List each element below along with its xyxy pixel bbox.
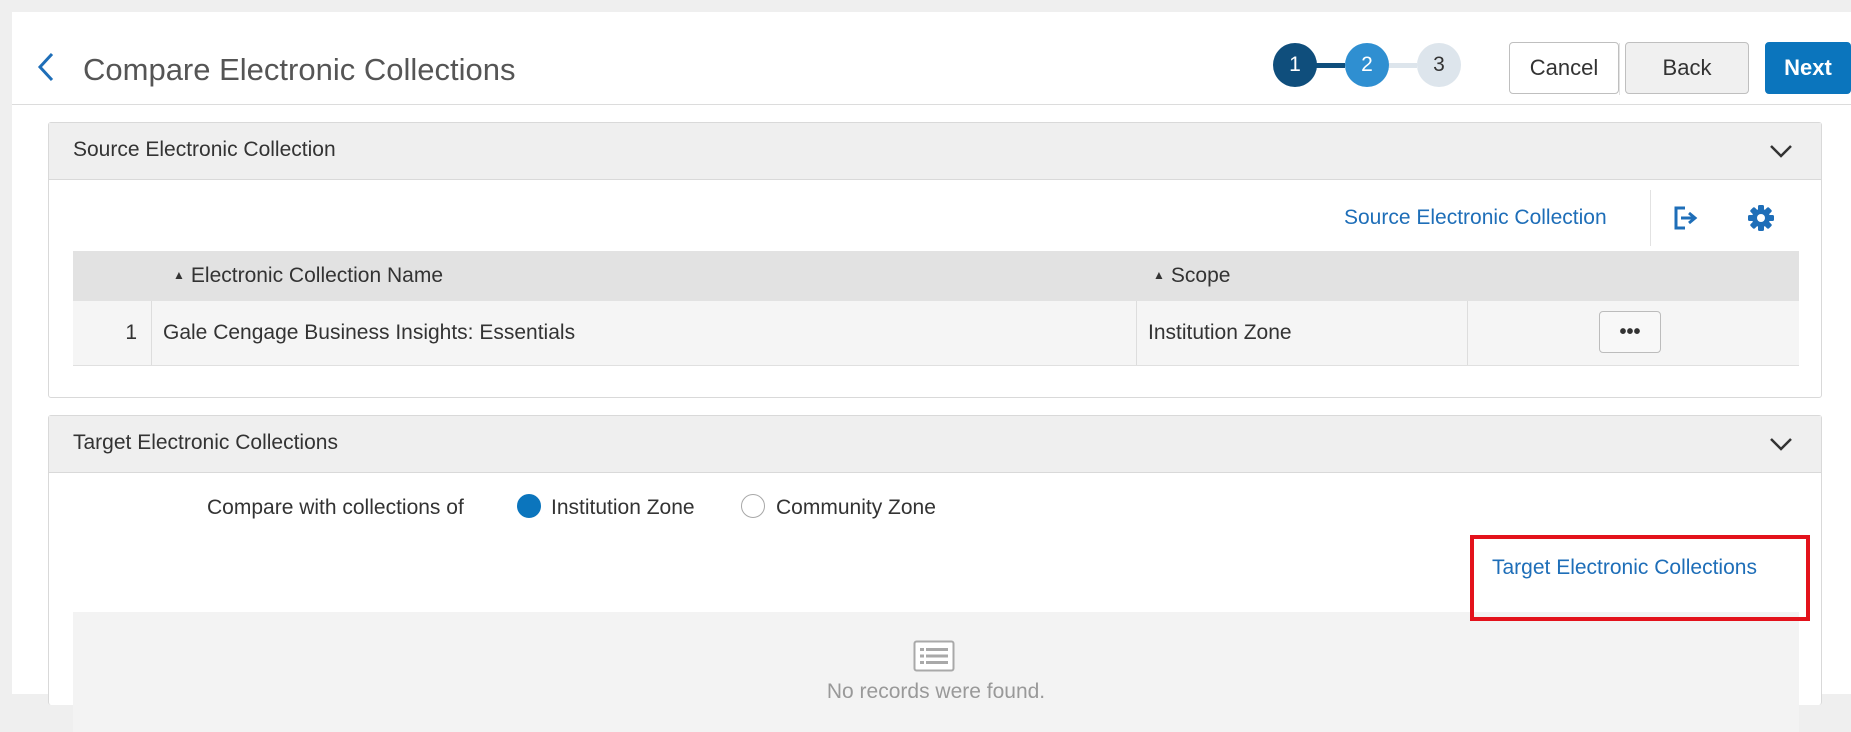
radio-label-community-zone[interactable]: Community Zone — [776, 496, 936, 520]
chevron-down-icon[interactable] — [1767, 141, 1795, 161]
sort-asc-icon: ▲ — [173, 268, 185, 282]
back-button[interactable]: Back — [1619, 42, 1749, 95]
empty-results-area: No records were found. — [73, 612, 1799, 732]
step-2: 2 — [1345, 43, 1389, 87]
sort-asc-icon: ▲ — [1153, 268, 1165, 282]
source-panel-title: Source Electronic Collection — [73, 138, 336, 161]
cell-divider — [151, 301, 152, 365]
radio-institution-zone[interactable] — [517, 494, 541, 518]
list-icon — [913, 640, 955, 672]
chevron-down-icon[interactable] — [1767, 434, 1795, 454]
source-collection-panel: Source Electronic Collection Source Elec… — [48, 122, 1822, 398]
toolbar-divider — [1650, 190, 1651, 246]
row-actions-button[interactable]: ••• — [1599, 311, 1661, 353]
table-header: ▲ Electronic Collection Name ▲ Scope — [73, 251, 1799, 301]
wizard-stepper: 1 2 3 — [1273, 43, 1473, 87]
column-header-name[interactable]: ▲ Electronic Collection Name — [173, 264, 443, 288]
target-collections-link[interactable]: Target Electronic Collections — [1492, 556, 1757, 580]
gear-icon[interactable] — [1747, 204, 1775, 232]
page-title: Compare Electronic Collections — [83, 52, 516, 87]
next-button[interactable]: Next — [1765, 42, 1851, 94]
step-connector — [1313, 63, 1345, 68]
collection-scope: Institution Zone — [1148, 321, 1292, 344]
empty-message: No records were found. — [826, 680, 1046, 703]
cancel-button[interactable]: Cancel — [1509, 42, 1619, 94]
radio-label-institution-zone[interactable]: Institution Zone — [551, 496, 695, 520]
target-panel-header[interactable]: Target Electronic Collections — [49, 416, 1821, 473]
source-collection-link[interactable]: Source Electronic Collection — [1344, 206, 1607, 230]
step-3: 3 — [1417, 43, 1461, 87]
column-header-scope[interactable]: ▲ Scope — [1153, 264, 1230, 288]
chevron-left-icon[interactable] — [34, 50, 60, 84]
row-index: 1 — [125, 321, 137, 344]
radio-community-zone[interactable] — [741, 494, 765, 518]
collection-name: Gale Cengage Business Insights: Essentia… — [163, 321, 576, 344]
step-1: 1 — [1273, 43, 1317, 87]
page-header: Compare Electronic Collections 1 2 3 Can… — [12, 12, 1851, 105]
cell-divider — [1467, 301, 1468, 365]
compare-label: Compare with collections of — [207, 496, 464, 519]
table-row: 1 Gale Cengage Business Insights: Essent… — [73, 301, 1799, 366]
source-panel-header[interactable]: Source Electronic Collection — [49, 123, 1821, 180]
cell-divider — [1136, 301, 1137, 365]
target-panel-title: Target Electronic Collections — [73, 431, 338, 454]
step-connector — [1385, 63, 1417, 68]
export-icon[interactable] — [1670, 203, 1700, 233]
